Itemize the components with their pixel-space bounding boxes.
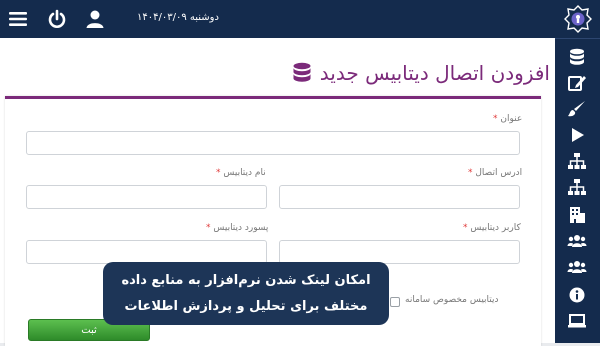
page-heading: افزودن اتصال دیتابیس جدید	[292, 58, 550, 88]
top-bar: دوشنبه ۱۴۰۴/۰۳/۰۹	[0, 0, 555, 38]
db-name-label: نام دیتابیس *	[216, 168, 266, 178]
page-title: افزودن اتصال دیتابیس جدید	[319, 61, 550, 85]
right-sidebar	[555, 0, 600, 343]
building-icon[interactable]	[567, 205, 587, 225]
db-user-label: کاربر دیتابیس *	[463, 223, 521, 233]
app-logo[interactable]	[564, 5, 592, 33]
tooltip-line-1: امکان لینک شدن نرم‌افزار به منابع داده	[121, 273, 371, 288]
address-label: ادرس اتصال *	[468, 168, 523, 178]
db-password-label: پسورد دیتابیس *	[206, 223, 269, 233]
address-input[interactable]	[279, 185, 520, 209]
menu-icon[interactable]	[8, 9, 28, 29]
database-icon[interactable]	[567, 47, 587, 67]
sitemap-icon[interactable]	[567, 151, 587, 171]
users-alt-icon[interactable]	[567, 257, 587, 277]
title-input[interactable]	[26, 131, 520, 155]
date-display: دوشنبه ۱۴۰۴/۰۳/۰۹	[137, 12, 219, 23]
db-password-input[interactable]	[26, 240, 267, 264]
title-label: عنوان *	[493, 114, 523, 124]
db-name-input[interactable]	[26, 185, 267, 209]
users-icon[interactable]	[567, 231, 587, 251]
play-icon[interactable]	[567, 125, 587, 145]
user-icon[interactable]	[85, 9, 105, 29]
sidebar-divider	[555, 38, 600, 39]
feature-tooltip: امکان لینک شدن نرم‌افزار به منابع داده م…	[103, 262, 389, 325]
db-user-input[interactable]	[279, 240, 520, 264]
laptop-icon[interactable]	[567, 311, 587, 331]
system-db-label: دیتابیس مخصوص سامانه	[405, 295, 499, 305]
info-icon[interactable]	[567, 285, 587, 305]
brush-icon[interactable]	[567, 99, 587, 119]
database-icon	[293, 62, 311, 82]
sitemap-alt-icon[interactable]	[567, 177, 587, 197]
edit-icon[interactable]	[567, 73, 587, 93]
power-icon[interactable]	[47, 9, 67, 29]
system-db-checkbox[interactable]	[390, 297, 400, 307]
tooltip-line-2: مختلف برای تحلیل و پردازش اطلاعات	[124, 299, 368, 314]
